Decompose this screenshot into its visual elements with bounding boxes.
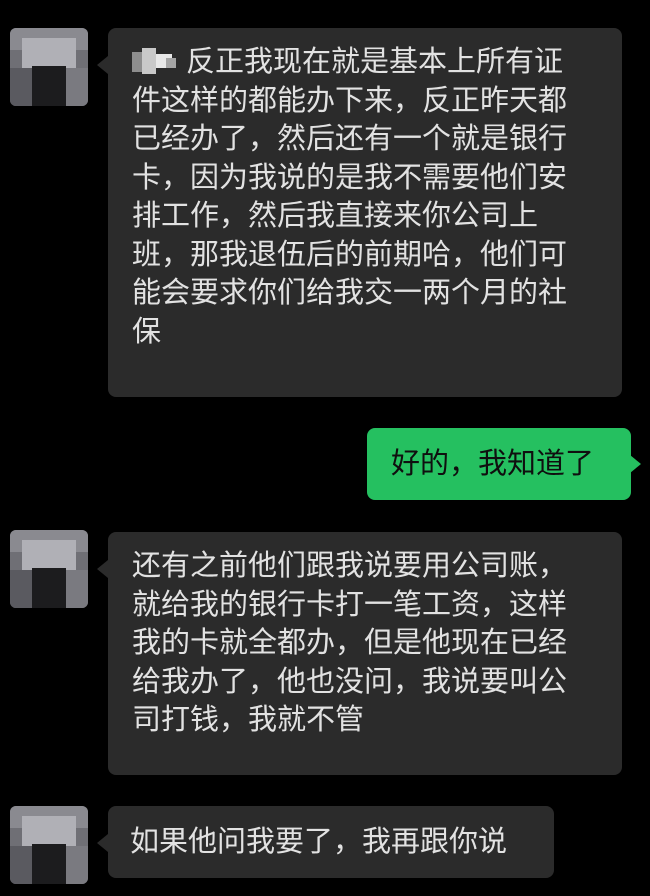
chat-screen: { "messages": [ { "sender": "other", "li…	[0, 0, 650, 896]
received-message-bubble[interactable]: 如果他问我要了，我再跟你说	[108, 806, 554, 878]
message-line: 保	[132, 313, 162, 348]
message-line: 还有之前他们跟我说要用公司账，	[132, 548, 568, 582]
message-line: 好的，我知道了	[391, 446, 595, 480]
message-line: 班，那我退伍后的前期哈，他们可	[132, 236, 568, 271]
contact-avatar[interactable]	[10, 28, 88, 106]
message-line: 能会要求你们给我交一两个月的社	[132, 275, 568, 309]
message-line: 卡，因为我说的是我不需要他们安	[132, 159, 568, 194]
message-line: 我的卡就全都办，但是他现在已经	[132, 625, 568, 659]
message-line: 反正我现在就是基本上所有证	[132, 42, 606, 81]
blurred-mention	[132, 46, 180, 76]
sent-message-bubble[interactable]: 好的，我知道了	[367, 428, 631, 500]
message-line: 件这样的都能办下来，反正昨天都	[132, 82, 568, 117]
message-line: 给我办了，他也没问，我说要叫公	[132, 663, 568, 698]
contact-avatar[interactable]	[10, 530, 88, 608]
message-line: 如果他问我要了，我再跟你说	[130, 824, 508, 858]
received-message-bubble[interactable]: 反正我现在就是基本上所有证 件这样的都能办下来，反正昨天都 已经办了，然后还有一…	[108, 28, 622, 397]
message-line: 已经办了，然后还有一个就是银行	[132, 121, 568, 155]
message-line: 排工作，然后我直接来你公司上	[132, 198, 539, 232]
bubble-tail	[630, 455, 641, 473]
bubble-tail	[97, 56, 108, 74]
message-line: 司打钱，我就不管	[132, 702, 365, 736]
received-message-bubble[interactable]: 还有之前他们跟我说要用公司账， 就给我的银行卡打一笔工资，这样 我的卡就全都办，…	[108, 532, 622, 775]
message-line: 就给我的银行卡打一笔工资，这样	[132, 586, 568, 621]
bubble-tail	[97, 560, 108, 578]
contact-avatar[interactable]	[10, 806, 88, 884]
bubble-tail	[97, 834, 108, 852]
